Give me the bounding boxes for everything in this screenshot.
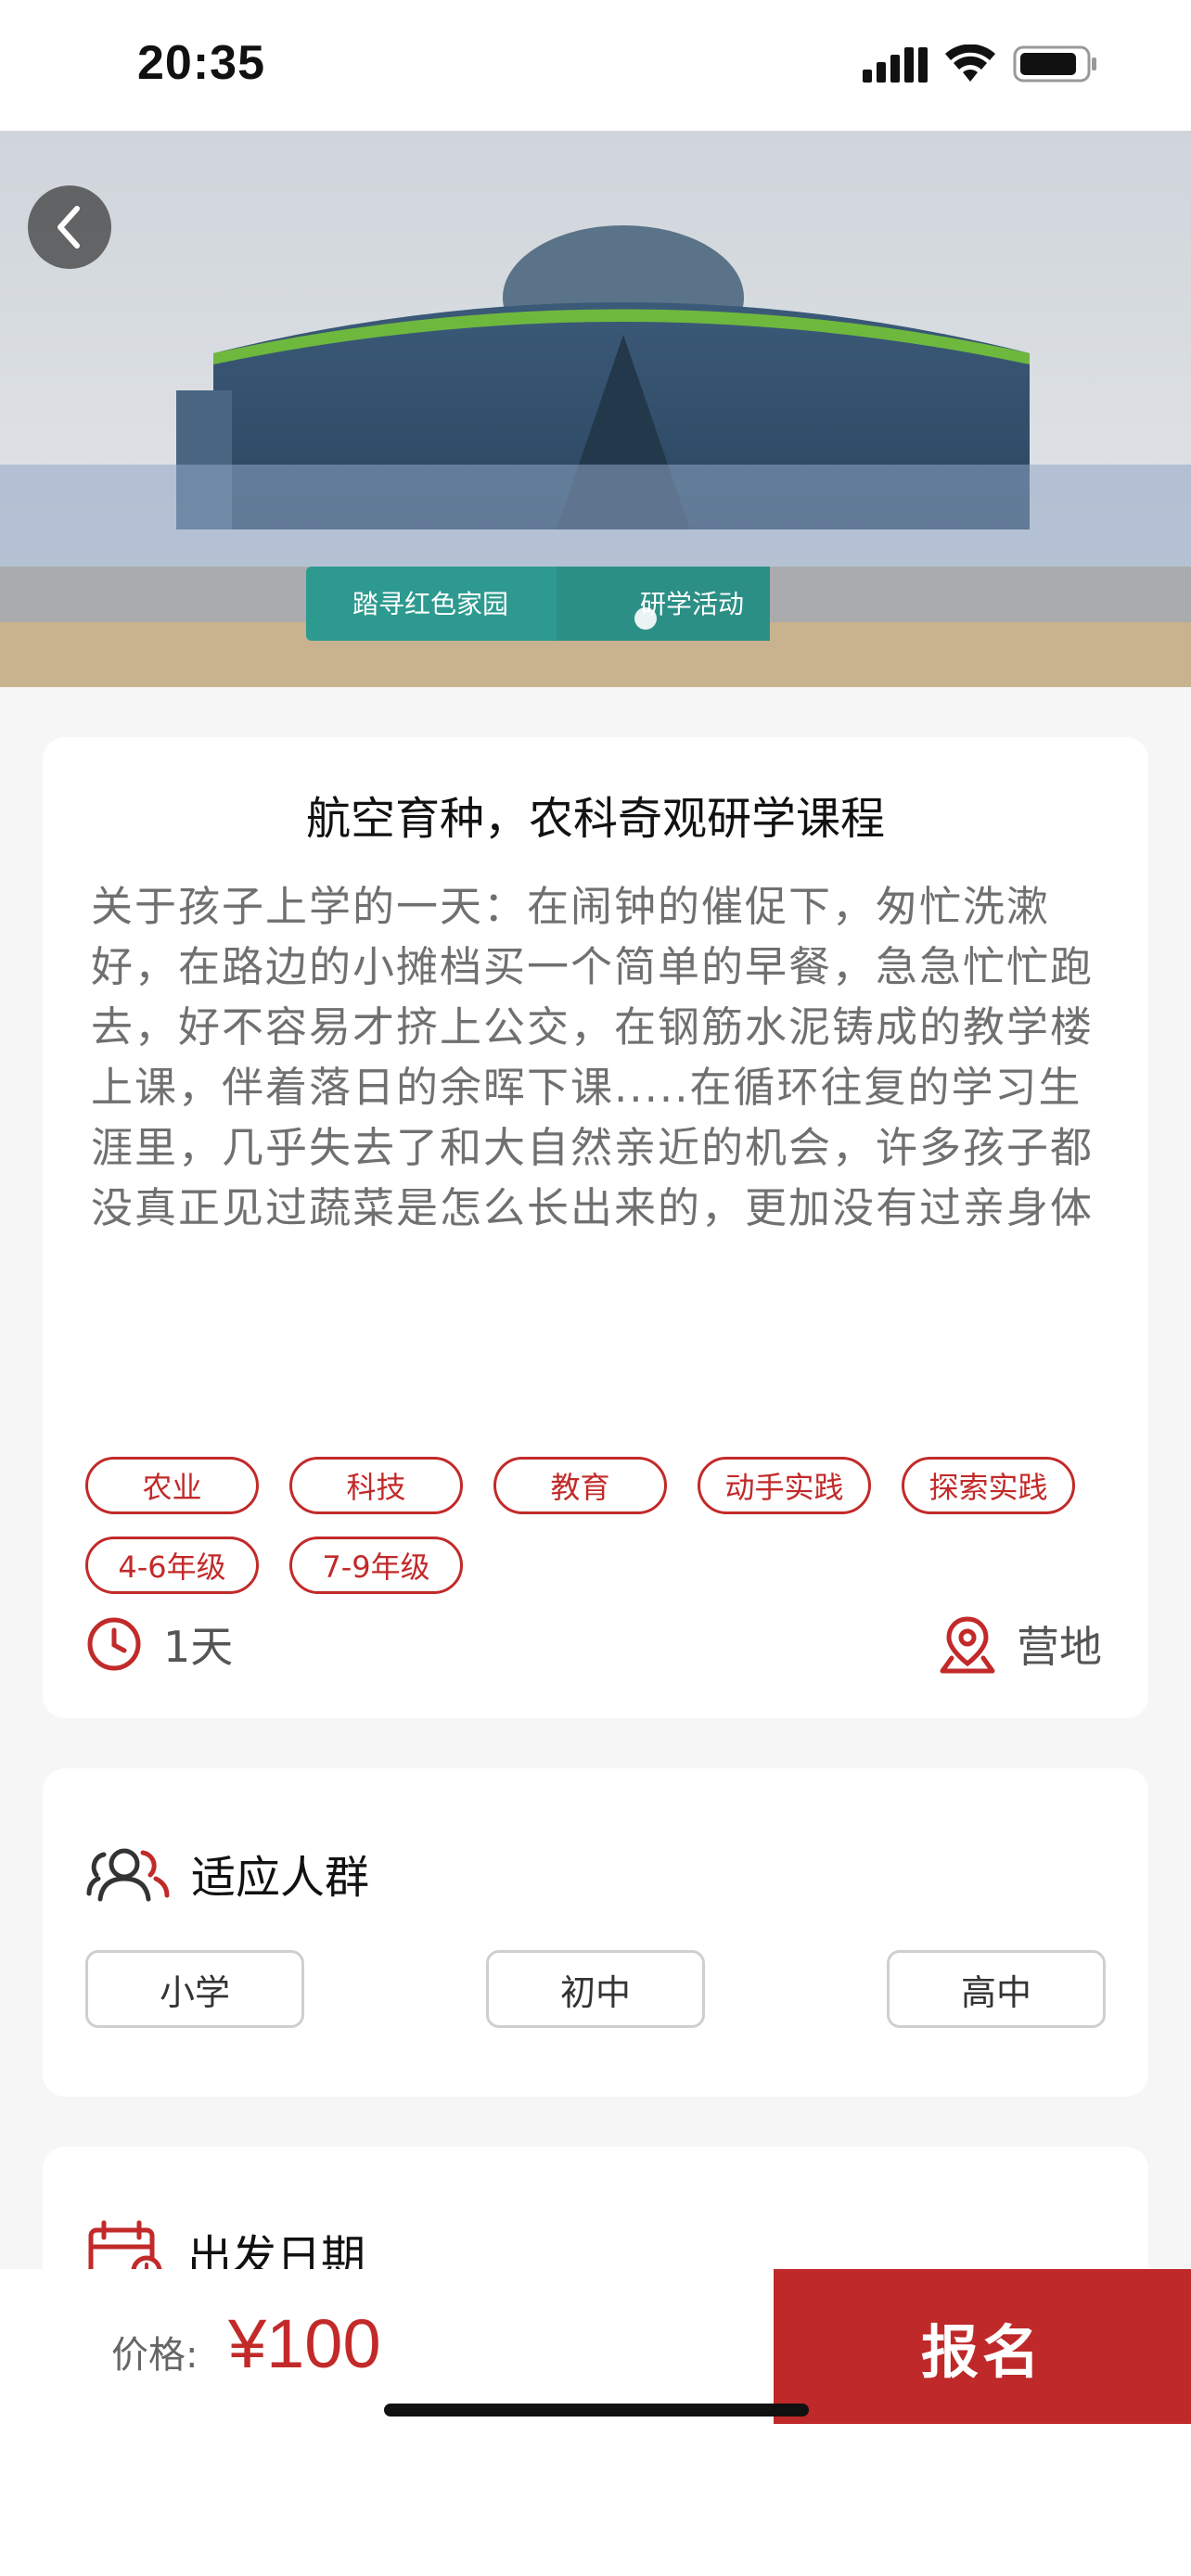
- audience-options: 小学 初中 高中: [85, 1950, 1106, 2028]
- location-pin-icon: [940, 1616, 995, 1674]
- tag: 4-6年级: [85, 1537, 259, 1594]
- status-time: 20:35: [137, 36, 265, 90]
- status-icons: [863, 45, 1098, 83]
- back-button[interactable]: [28, 185, 111, 269]
- course-info-card: 航空育种，农科奇观研学课程 关于孩子上学的一天：在闹钟的催促下，匆忙洗漱好，在路…: [43, 737, 1148, 1718]
- course-title: 航空育种，农科奇观研学课程: [305, 793, 885, 845]
- audience-option-senior[interactable]: 高中: [887, 1950, 1106, 2028]
- banner-text-left: 踏寻红色家园: [352, 589, 508, 619]
- tag: 科技: [289, 1457, 463, 1514]
- tag: 7-9年级: [289, 1537, 463, 1594]
- audience-card: 适应人群 小学 初中 高中: [43, 1768, 1148, 2097]
- hero-image: 踏寻红色家园 研学活动: [0, 131, 1191, 687]
- chevron-left-icon: [58, 206, 80, 249]
- price-label: 价格:: [111, 2334, 198, 2377]
- wifi-icon: [945, 45, 995, 82]
- tag: 探索实践: [902, 1457, 1075, 1514]
- tag: 动手实践: [698, 1457, 871, 1514]
- tag: 教育: [493, 1457, 667, 1514]
- duration: 1天: [85, 1613, 233, 1675]
- status-bar: 20:35: [0, 0, 1191, 131]
- clock-icon: [87, 1617, 141, 1671]
- duration-text: 1天: [163, 1622, 234, 1672]
- course-description: 关于孩子上学的一天：在闹钟的催促下，匆忙洗漱好，在路边的小摊档买一个简单的早餐，…: [91, 882, 1095, 1232]
- carousel-dot[interactable]: [634, 607, 657, 630]
- audience-header: 适应人群: [85, 1841, 369, 1906]
- home-indicator[interactable]: [384, 2404, 809, 2417]
- cellular-signal-icon: [863, 47, 928, 83]
- audience-option-primary[interactable]: 小学: [85, 1950, 304, 2028]
- people-group-icon: [86, 1848, 170, 1902]
- audience-option-junior[interactable]: 初中: [486, 1950, 705, 2028]
- battery-icon: [1013, 45, 1096, 83]
- signup-button[interactable]: 报名: [774, 2269, 1191, 2424]
- audience-title: 适应人群: [191, 1852, 370, 1904]
- tag: 农业: [85, 1457, 259, 1514]
- location-text: 营地: [1017, 1622, 1102, 1672]
- hero-photo: 踏寻红色家园 研学活动: [0, 131, 1191, 687]
- price-value: ¥100: [228, 2305, 381, 2382]
- bottom-action-bar: 价格: ¥100 报名: [0, 2269, 1191, 2576]
- location: 营地: [939, 1613, 1102, 1675]
- tag-list: 农业 科技 教育 动手实践 探索实践 4-6年级 7-9年级: [85, 1457, 1115, 1594]
